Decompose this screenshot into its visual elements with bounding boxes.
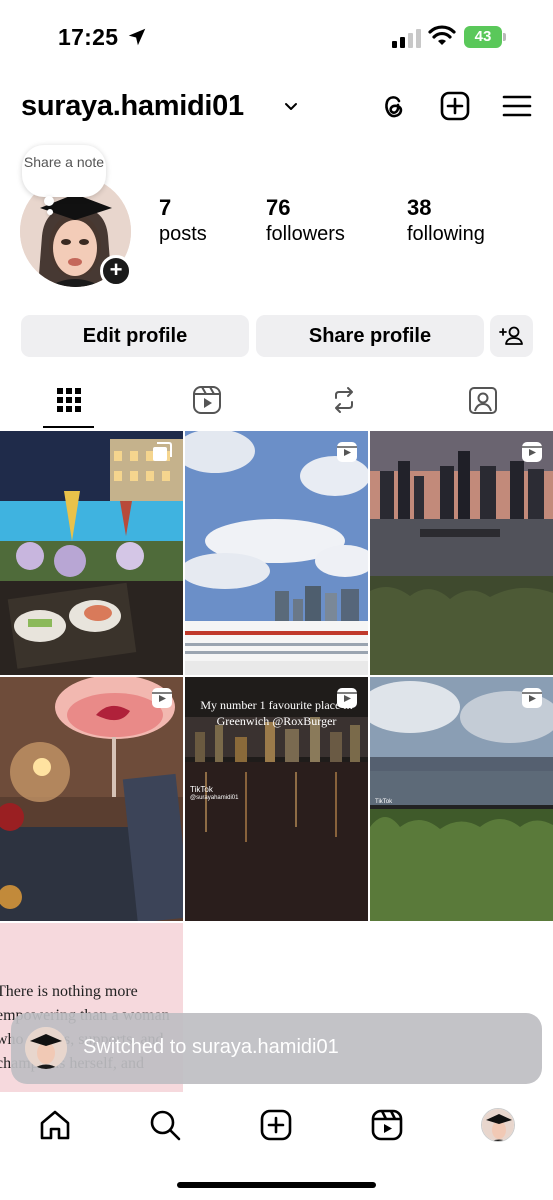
posts-stat[interactable]: 7 posts xyxy=(159,196,207,248)
reels-icon[interactable] xyxy=(370,1108,404,1142)
add-story-button[interactable]: + xyxy=(100,255,132,287)
river-day-photo xyxy=(370,677,553,921)
new-post-icon[interactable] xyxy=(439,90,471,122)
reel-icon xyxy=(152,688,172,708)
post-thumbnail-river-day[interactable]: TikTok xyxy=(370,677,553,921)
create-icon[interactable] xyxy=(259,1108,293,1142)
post-thumbnail-greenwich-night[interactable]: My number 1 favourite place in Greenwich… xyxy=(185,677,368,921)
reel-icon xyxy=(522,442,542,462)
cellular-signal-icon xyxy=(392,29,421,48)
followers-label: followers xyxy=(266,223,345,245)
battery-level: 43 xyxy=(464,26,502,48)
post-thumbnail-river-sunset[interactable] xyxy=(370,431,553,675)
posts-count: 7 xyxy=(159,195,172,220)
battery-tip xyxy=(503,33,506,41)
following-count: 38 xyxy=(407,195,432,220)
add-person-icon xyxy=(499,326,523,345)
reel-icon xyxy=(337,688,357,708)
battery-icon: 43 xyxy=(464,26,506,48)
account-switch-toast: Switched to suraya.hamidi01 xyxy=(11,1013,542,1084)
followers-count: 76 xyxy=(266,195,291,220)
discover-people-button[interactable] xyxy=(490,315,533,357)
share-note-bubble[interactable]: Share a note xyxy=(22,145,106,197)
reel-caption: My number 1 favourite place in Greenwich… xyxy=(200,698,353,728)
post-thumbnail-cruise[interactable] xyxy=(185,431,368,675)
post-thumbnail-pool[interactable] xyxy=(0,431,183,675)
chevron-down-icon[interactable] xyxy=(284,100,298,114)
cruise-photo xyxy=(185,431,368,675)
profile-username[interactable]: suraya.hamidi01 xyxy=(21,90,244,123)
note-bubble-tail-small xyxy=(47,209,53,215)
status-time: 17:25 xyxy=(58,24,119,50)
share-profile-button[interactable]: Share profile xyxy=(256,315,484,357)
reels-tab[interactable] xyxy=(177,380,237,430)
location-arrow-icon xyxy=(128,28,146,46)
wifi-icon xyxy=(428,25,456,45)
river-sunset-photo xyxy=(370,431,553,675)
toast-avatar xyxy=(25,1027,67,1069)
followers-stat[interactable]: 76 followers xyxy=(266,196,345,248)
edit-profile-button[interactable]: Edit profile xyxy=(21,315,249,357)
following-stat[interactable]: 38 following xyxy=(407,196,485,248)
tagged-icon xyxy=(469,387,497,414)
reposts-tab[interactable] xyxy=(314,380,374,430)
active-tab-indicator xyxy=(43,426,94,428)
grid-icon xyxy=(57,388,81,412)
tiktok-watermark: TikTok xyxy=(375,799,393,805)
tiktok-watermark: TikTok xyxy=(190,785,213,794)
note-bubble-tail xyxy=(44,196,54,206)
search-icon[interactable] xyxy=(148,1108,182,1142)
grid-tab[interactable] xyxy=(39,380,99,430)
reel-icon xyxy=(337,442,357,462)
toast-message: Switched to suraya.hamidi01 xyxy=(83,1036,339,1058)
profile-avatar[interactable] xyxy=(481,1108,515,1142)
post-thumbnail-cocktail[interactable] xyxy=(0,677,183,921)
repost-icon xyxy=(335,387,353,413)
reel-icon xyxy=(522,688,542,708)
tagged-tab[interactable] xyxy=(453,380,513,430)
status-bar: 17:25 43 xyxy=(0,0,553,74)
tiktok-handle: @surayahamidi01 xyxy=(190,795,239,801)
cocktail-photo xyxy=(0,677,183,921)
posts-label: posts xyxy=(159,223,207,245)
carousel-icon xyxy=(153,442,172,461)
home-icon[interactable] xyxy=(38,1108,72,1142)
following-label: following xyxy=(407,223,485,245)
pool-photo xyxy=(0,431,183,675)
reels-tab-icon xyxy=(193,386,221,414)
threads-icon[interactable] xyxy=(377,90,409,122)
home-indicator xyxy=(177,1182,376,1188)
menu-icon[interactable] xyxy=(501,90,533,122)
